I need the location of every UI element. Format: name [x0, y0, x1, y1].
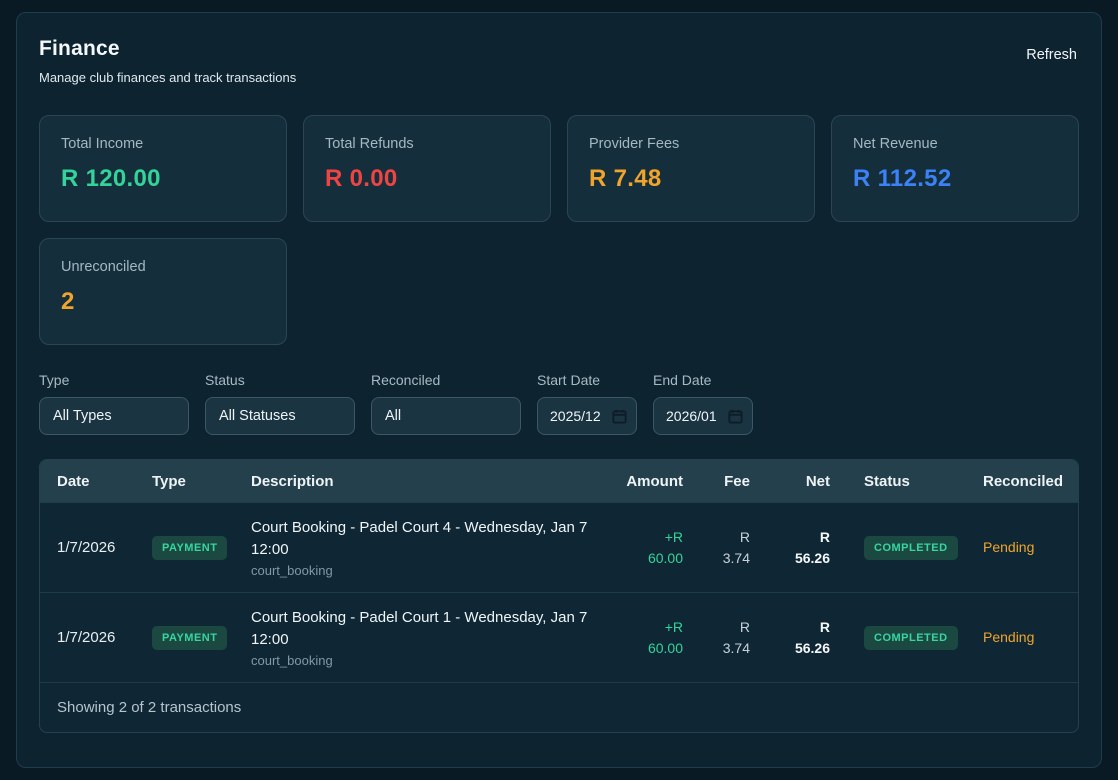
- table-row: 1/7/2026 PAYMENT Court Booking - Padel C…: [40, 502, 1078, 592]
- type-select[interactable]: All Types: [39, 397, 189, 435]
- stat-value: 2: [61, 288, 265, 316]
- table-row: 1/7/2026 PAYMENT Court Booking - Padel C…: [40, 592, 1078, 682]
- filter-type-label: Type: [39, 372, 189, 388]
- category-text: court_booking: [251, 563, 603, 578]
- stat-card-unreconciled: Unreconciled 2: [39, 238, 287, 345]
- col-header-description: Description: [251, 473, 603, 490]
- reconciled-status: Pending: [983, 629, 1034, 645]
- cell-fee: R 3.74: [683, 527, 750, 569]
- col-header-net: Net: [750, 473, 830, 490]
- cell-fee: R 3.74: [683, 617, 750, 659]
- stat-card-total-income: Total Income R 120.00: [39, 115, 287, 222]
- type-badge: PAYMENT: [152, 536, 227, 560]
- category-text: court_booking: [251, 653, 603, 668]
- page-subtitle: Manage club finances and track transacti…: [39, 70, 296, 85]
- end-date-label: End Date: [653, 372, 753, 388]
- title-block: Finance Manage club finances and track t…: [39, 37, 296, 85]
- end-date-input[interactable]: 2026/01: [653, 397, 753, 435]
- cell-reconciled: Pending: [983, 539, 1061, 557]
- filter-status: Status All Statuses: [205, 372, 355, 435]
- cell-amount: +R 60.00: [603, 527, 683, 569]
- stat-value: R 112.52: [853, 165, 1057, 193]
- refresh-button[interactable]: Refresh: [1024, 43, 1079, 67]
- stat-label: Total Income: [61, 136, 265, 152]
- status-select[interactable]: All Statuses: [205, 397, 355, 435]
- stat-value: R 7.48: [589, 165, 793, 193]
- col-header-amount: Amount: [603, 473, 683, 490]
- stats-grid: Total Income R 120.00 Total Refunds R 0.…: [39, 115, 1079, 345]
- cell-status: COMPLETED: [830, 626, 983, 650]
- stat-label: Net Revenue: [853, 136, 1057, 152]
- transactions-table: Date Type Description Amount Fee Net Sta…: [39, 459, 1079, 733]
- cell-status: COMPLETED: [830, 536, 983, 560]
- cell-reconciled: Pending: [983, 629, 1061, 647]
- col-header-status: Status: [830, 473, 983, 490]
- table-header-row: Date Type Description Amount Fee Net Sta…: [40, 460, 1078, 502]
- start-date-value: 2025/12: [550, 408, 601, 424]
- cell-amount: +R 60.00: [603, 617, 683, 659]
- stat-card-net-revenue: Net Revenue R 112.52: [831, 115, 1079, 222]
- col-header-type: Type: [152, 473, 251, 490]
- cell-date: 1/7/2026: [57, 629, 152, 646]
- status-badge: COMPLETED: [864, 626, 958, 650]
- table-footer: Showing 2 of 2 transactions: [40, 682, 1078, 732]
- finance-panel: Finance Manage club finances and track t…: [16, 12, 1102, 768]
- reconciled-status: Pending: [983, 539, 1034, 555]
- stat-value: R 120.00: [61, 165, 265, 193]
- description-text: Court Booking - Padel Court 1 - Wednesda…: [251, 607, 603, 651]
- col-header-reconciled: Reconciled: [983, 473, 1061, 490]
- calendar-icon[interactable]: [612, 409, 627, 424]
- description-text: Court Booking - Padel Court 4 - Wednesda…: [251, 517, 603, 561]
- filter-type: Type All Types: [39, 372, 189, 435]
- filter-reconciled: Reconciled All: [371, 372, 521, 435]
- calendar-icon[interactable]: [728, 409, 743, 424]
- filter-end-date: End Date 2026/01: [653, 372, 753, 435]
- cell-description: Court Booking - Padel Court 4 - Wednesda…: [251, 517, 603, 579]
- stat-card-total-refunds: Total Refunds R 0.00: [303, 115, 551, 222]
- start-date-label: Start Date: [537, 372, 637, 388]
- cell-net: R 56.26: [750, 617, 830, 659]
- cell-net: R 56.26: [750, 527, 830, 569]
- stat-label: Total Refunds: [325, 136, 529, 152]
- page-title: Finance: [39, 37, 296, 61]
- filter-reconciled-label: Reconciled: [371, 372, 521, 388]
- start-date-input[interactable]: 2025/12: [537, 397, 637, 435]
- stat-label: Unreconciled: [61, 259, 265, 275]
- stat-label: Provider Fees: [589, 136, 793, 152]
- cell-description: Court Booking - Padel Court 1 - Wednesda…: [251, 607, 603, 669]
- col-header-date: Date: [57, 473, 152, 490]
- filter-start-date: Start Date 2025/12: [537, 372, 637, 435]
- reconciled-select[interactable]: All: [371, 397, 521, 435]
- end-date-value: 2026/01: [666, 408, 717, 424]
- cell-type: PAYMENT: [152, 536, 251, 560]
- cell-date: 1/7/2026: [57, 539, 152, 556]
- cell-type: PAYMENT: [152, 626, 251, 650]
- stat-card-provider-fees: Provider Fees R 7.48: [567, 115, 815, 222]
- filters-bar: Type All Types Status All Statuses Recon…: [39, 372, 1079, 435]
- col-header-fee: Fee: [683, 473, 750, 490]
- panel-header: Finance Manage club finances and track t…: [39, 37, 1079, 85]
- stat-value: R 0.00: [325, 165, 529, 193]
- status-badge: COMPLETED: [864, 536, 958, 560]
- type-badge: PAYMENT: [152, 626, 227, 650]
- filter-status-label: Status: [205, 372, 355, 388]
